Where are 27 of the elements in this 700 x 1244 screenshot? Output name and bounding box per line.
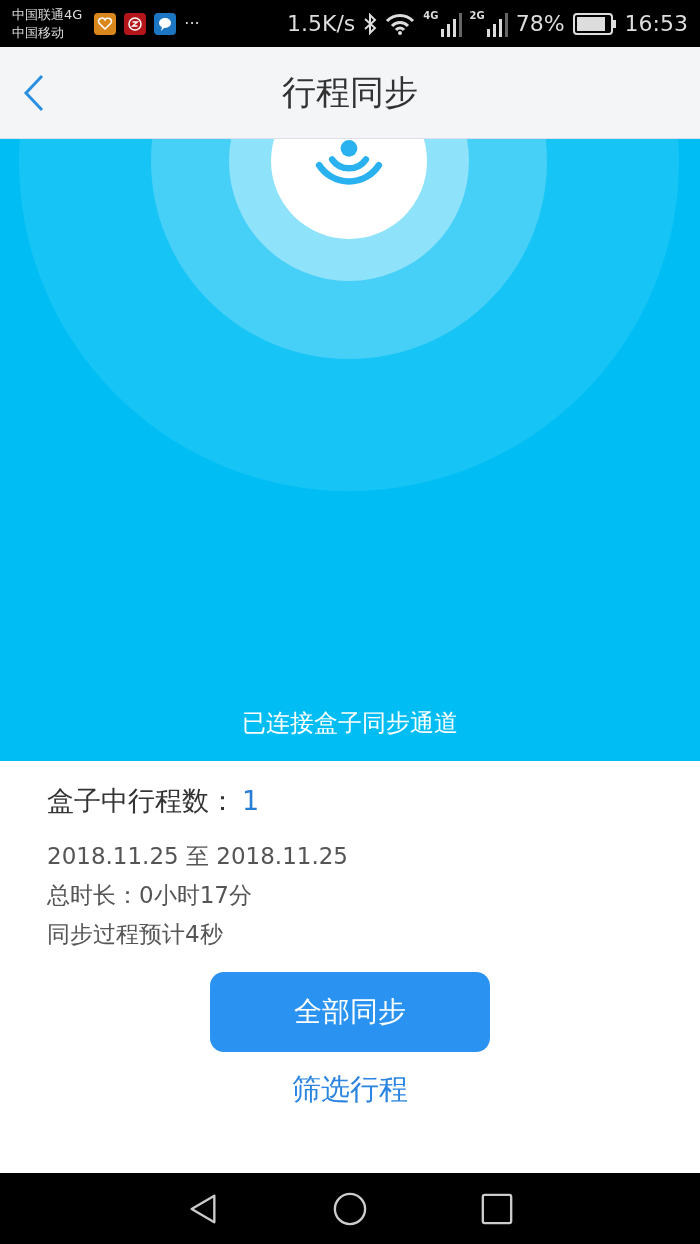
battery-percent: 78%: [515, 11, 565, 36]
trip-count: 1: [242, 785, 260, 816]
battery-icon: [572, 12, 617, 35]
carrier-name: 中国移动: [12, 23, 65, 42]
signal-icon: [485, 12, 508, 37]
wifi-icon: [385, 12, 416, 35]
network-speed: 1.5K/s: [287, 11, 356, 36]
network-type: 4G: [423, 9, 439, 21]
home-icon[interactable]: [333, 1191, 367, 1226]
sync-all-button[interactable]: 全部同步: [210, 972, 490, 1052]
signal-icon: [439, 12, 462, 37]
carrier-name: 中国联通4G: [12, 5, 83, 24]
chat-app-icon: [154, 12, 177, 35]
heart-app-icon: [94, 12, 117, 35]
trip-count-label: 盒子中行程数：: [47, 784, 236, 818]
clock-time: 16:53: [624, 11, 688, 36]
more-notifications: ···: [184, 14, 200, 33]
trip-detail: 总时长：0小时17分: [47, 881, 253, 910]
filter-trips-link[interactable]: 筛选行程: [292, 1070, 408, 1110]
trip-detail: 同步过程预计4秒: [47, 920, 224, 949]
network-type: 2G: [469, 9, 485, 21]
clock-app-icon: [124, 12, 147, 35]
recent-apps-icon[interactable]: [479, 1191, 514, 1226]
trip-detail: 2018.11.25 至 2018.11.25: [47, 842, 349, 871]
bluetooth-icon: [363, 12, 378, 35]
page-title: 行程同步: [282, 70, 418, 114]
connection-status: 已连接盒子同步通道: [242, 708, 458, 739]
